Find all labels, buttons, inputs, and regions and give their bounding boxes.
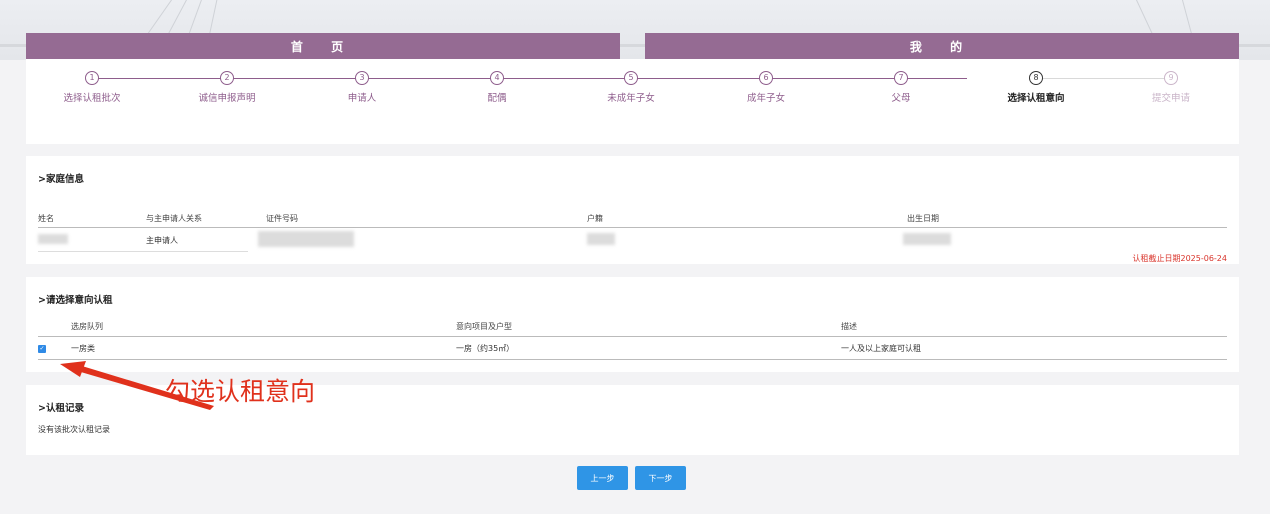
queue-value: 一房类: [71, 344, 95, 353]
col-queue: 选房队列: [71, 322, 103, 331]
col-huji: 户籍: [587, 214, 603, 223]
col-id-number: 证件号码: [266, 214, 298, 223]
step-number: 9: [1164, 71, 1178, 85]
step-number: 4: [490, 71, 504, 85]
step-label: 诚信申报声明: [198, 93, 256, 104]
record-title: >认租记录: [38, 403, 84, 414]
next-step-button[interactable]: 下一步: [635, 466, 686, 490]
divider: [38, 336, 1227, 337]
step-4[interactable]: 4 配偶: [432, 71, 562, 104]
nav-home[interactable]: 首 页: [26, 33, 620, 59]
step-label: 申请人: [347, 93, 377, 104]
divider: [38, 359, 1227, 360]
nav-mine[interactable]: 我 的: [645, 33, 1239, 59]
step-6[interactable]: 6 成年子女: [701, 71, 831, 104]
family-info-panel: >家庭信息 姓名 与主申请人关系 证件号码 户籍 出生日期 主申请人 认租截止日…: [26, 156, 1239, 264]
intent-panel: >请选择意向认租 选房队列 意向项目及户型 描述 ✓ 一房类 一房（约35㎡） …: [26, 277, 1239, 372]
step-2[interactable]: 2 诚信申报声明: [162, 71, 292, 104]
intent-title: >请选择意向认租: [38, 295, 113, 306]
family-info-title: >家庭信息: [38, 174, 84, 185]
col-project: 意向项目及户型: [456, 322, 512, 331]
step-8[interactable]: 8 选择认租意向: [971, 71, 1101, 104]
step-label: 成年子女: [746, 93, 785, 104]
step-label: 未成年子女: [607, 93, 655, 104]
step-number: 3: [355, 71, 369, 85]
annotation-text: 勾选认租意向: [165, 377, 316, 406]
name-value-redacted: [38, 234, 68, 246]
step-1[interactable]: 1 选择认租批次: [27, 71, 157, 104]
intent-checkbox[interactable]: ✓: [38, 345, 46, 353]
step-label: 选择认租批次: [63, 93, 121, 104]
step-number: 1: [85, 71, 99, 85]
step-9[interactable]: 9 提交申请: [1106, 71, 1236, 104]
col-description: 描述: [841, 322, 857, 331]
id-value-redacted: [258, 231, 354, 249]
prev-step-button[interactable]: 上一步: [577, 466, 628, 490]
huji-value-redacted: [587, 233, 615, 247]
step-number: 8: [1029, 71, 1043, 85]
col-birth-date: 出生日期: [907, 214, 939, 223]
step-5[interactable]: 5 未成年子女: [566, 71, 696, 104]
step-number: 2: [220, 71, 234, 85]
top-navbar: 首 页 我 的: [26, 33, 1239, 59]
step-number: 7: [894, 71, 908, 85]
step-line-todo: [1037, 78, 1172, 79]
relation-value: 主申请人: [146, 236, 178, 245]
step-3[interactable]: 3 申请人: [297, 71, 427, 104]
deadline-notice: 认租截止日期2025-06-24: [1132, 254, 1228, 263]
divider: [38, 251, 248, 252]
project-value: 一房（约35㎡）: [456, 344, 515, 353]
col-relation: 与主申请人关系: [146, 214, 202, 223]
record-empty-text: 没有该批次认租记录: [38, 425, 110, 434]
step-number: 6: [759, 71, 773, 85]
step-label: 提交申请: [1151, 93, 1190, 104]
step-label: 父母: [891, 93, 911, 104]
birth-value-redacted: [903, 233, 951, 247]
step-label: 选择认租意向: [1007, 93, 1065, 104]
col-name: 姓名: [38, 214, 54, 223]
step-number: 5: [624, 71, 638, 85]
step-progress: 1 选择认租批次 2 诚信申报声明 3 申请人 4 配偶 5 未成年子女 6 成…: [26, 59, 1239, 144]
step-label: 配偶: [487, 93, 507, 104]
description-value: 一人及以上家庭可认租: [841, 344, 921, 353]
divider: [38, 227, 1227, 228]
step-7[interactable]: 7 父母: [836, 71, 966, 104]
